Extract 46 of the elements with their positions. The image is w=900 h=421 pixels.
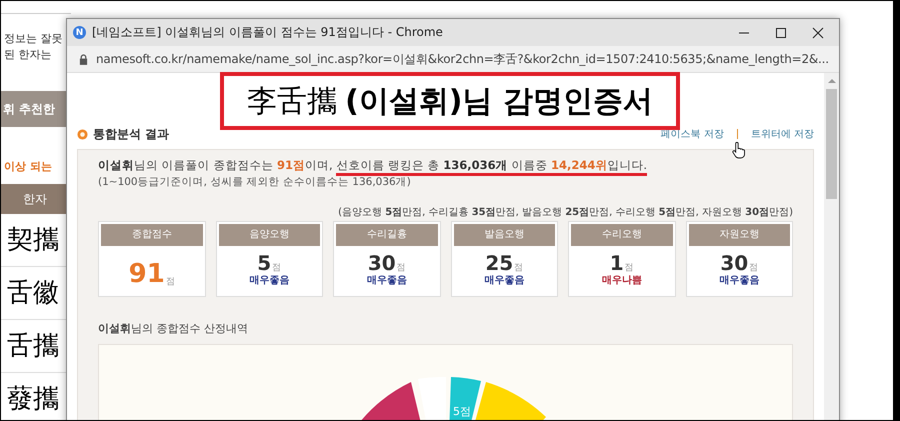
score-value: 5 [257,253,272,273]
rating-text: 매우좋음 [249,274,290,287]
rating-text: 매우좋음 [484,274,524,287]
warning-text: 이상 되는 [4,159,53,174]
section-title: 통합분석 결과 [93,126,170,142]
score-unit: 점 [749,264,758,273]
window-title: [네임소프트] 이설휘님의 이름풀이 점수는 91점입니다 - Chrome [92,24,444,41]
score-value: 30 [368,253,396,273]
site-icon: N [73,26,86,39]
score-unit: 점 [624,264,634,273]
lock-icon [79,54,88,64]
score-unit: 점 [272,264,282,273]
rating-text: 매우좋음 [366,274,407,287]
close-icon[interactable] [812,26,824,38]
card-title: 수리오행 [571,224,672,246]
scrollbar[interactable] [824,73,839,420]
rating-text: 매우좋음 [719,274,760,287]
hand-pointer-icon [732,142,745,159]
slice-label: 5점 [452,405,470,418]
card-title: 발음오행 [454,224,555,246]
certificate-title: 李舌攜 (이설휘)님 감명인증서 [220,72,680,130]
score-value: 30 [720,253,748,273]
card-title: 음양오행 [218,224,320,246]
score-value: 91 [128,261,165,287]
share-link[interactable]: 트위터에 저장 [750,127,814,141]
max-score-note: (음양오행 5점만점, 수리길흉 35점만점, 발음오행 25점만점, 수리오행 5점만점, 자원오행 30점만점) [337,206,793,219]
score-value: 25 [485,253,514,273]
rating-text: 매우나쁨 [602,274,642,287]
bullet-icon [77,128,88,140]
notice-text: 정보는 잘못 [4,31,64,46]
summary-note: (1~100등급기준이며, 성씨를 제외한 순수이름수는 136,036개) [98,175,412,189]
card-title: 자원오행 [688,224,790,246]
share-link[interactable]: 페이스북 저장 [660,127,724,141]
scroll-thumb[interactable] [826,89,837,199]
summary-text: 이설휘 님의 이름풀이 종합점수는 91점 이며, 선호이름 랭킹은 총 136,036개 이름중 14,244위 입니다. [98,158,793,173]
tab-label[interactable]: 휘 추천한 [3,100,56,118]
card-title: 종합점수 [101,224,202,246]
link-separator [736,129,738,139]
score-unit: 점 [396,264,406,273]
maximize-icon[interactable] [775,26,787,38]
notice-text: 된 한자는 [4,47,52,62]
score-value: 1 [610,253,624,273]
score-unit: 점 [514,264,524,273]
score-unit: 점 [166,278,175,287]
card-title: 수리길흉 [336,224,438,246]
breakdown-title: 이설휘 님의 종합점수 산정내역 [98,321,249,336]
